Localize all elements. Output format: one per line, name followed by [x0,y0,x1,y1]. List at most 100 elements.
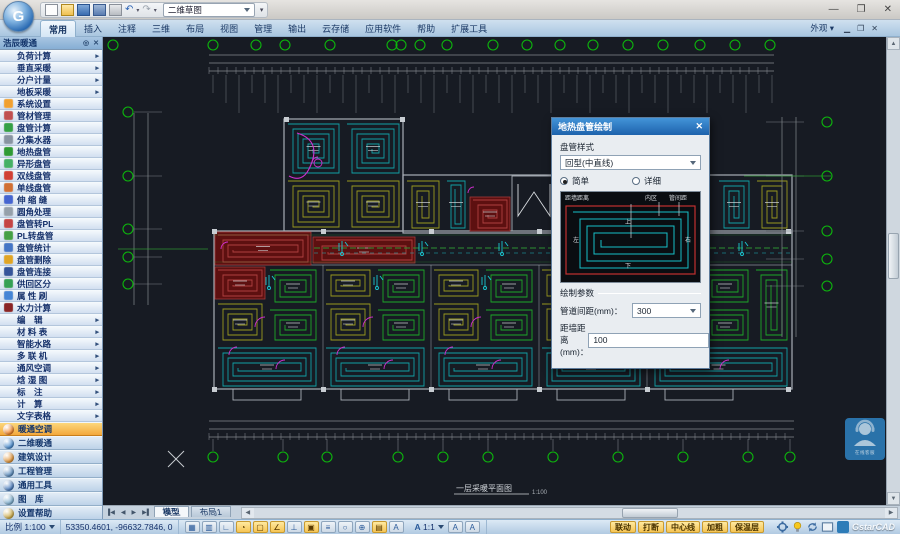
coil-style-select[interactable]: 回型(中直线) [560,155,701,170]
scroll-up-icon[interactable]: ▲ [887,37,900,50]
lineweight-toggle[interactable]: ≡ [321,521,336,533]
selection-cycling-toggle[interactable]: ○ [338,521,353,533]
toggle-打断[interactable]: 打断 [638,521,664,533]
sidebar-item[interactable]: 多 联 机▸ [0,350,102,362]
grid-toggle[interactable]: ▥ [202,521,217,533]
appearance-dropdown[interactable]: 外观 ▾ [810,22,834,34]
toggle-加粗[interactable]: 加粗 [702,521,728,533]
toggle-联动[interactable]: 联动 [610,521,636,533]
sidebar-item[interactable]: 系统设置 [0,98,102,110]
hscroll-thumb[interactable] [622,508,678,518]
ribbon-tab-帮助[interactable]: 帮助 [409,20,443,37]
sidebar-item[interactable]: 标 注▸ [0,386,102,398]
quick-properties-toggle[interactable]: ▤ [372,521,387,533]
sidebar-item[interactable]: 地板采暖▸ [0,86,102,98]
sidebar-item[interactable]: 圆角处理 [0,206,102,218]
vscroll-thumb[interactable] [888,233,899,279]
ducs-toggle[interactable]: ⊥ [287,521,302,533]
undo-icon[interactable]: ↶ [125,4,133,16]
sidebar-mode-图 库[interactable]: 图 库 [0,492,102,506]
sidebar-item[interactable]: 编 辑▸ [0,314,102,326]
app-logo-icon[interactable]: G [3,1,34,32]
wall-distance-input[interactable] [588,333,709,348]
print-icon[interactable] [109,4,122,16]
save-icon[interactable] [77,4,90,16]
open-file-icon[interactable] [61,4,74,16]
dialog-close-icon[interactable]: ✕ [695,121,703,132]
redo-icon[interactable]: ↷ [142,4,150,16]
sidebar-item[interactable]: 文字表格▸ [0,410,102,422]
save-as-icon[interactable] [93,4,106,16]
pipe-spacing-select[interactable]: 300 [632,303,701,318]
dyn-toggle[interactable]: ▣ [304,521,319,533]
annotation-visibility-toggle[interactable]: A [389,521,404,533]
panel-close-icon[interactable]: ✕ [93,39,99,47]
sidebar-item[interactable]: 地热盘管 [0,146,102,158]
vertical-scrollbar[interactable]: ▲ ▼ [886,37,900,505]
toggle-保温层[interactable]: 保温层 [730,521,764,533]
radio-simple[interactable]: 简单 [560,175,632,187]
ribbon-tab-管理[interactable]: 管理 [246,20,280,37]
sidebar-item[interactable]: 盘管统计 [0,242,102,254]
sidebar-item[interactable]: 供回区分 [0,278,102,290]
toggle-中心线[interactable]: 中心线 [666,521,700,533]
qat-overflow-icon[interactable]: ▾ [260,6,264,14]
sidebar-item[interactable]: 伸 缩 缝 [0,194,102,206]
doc-restore-button[interactable]: ❐ [857,24,864,33]
ribbon-tab-应用软件[interactable]: 应用软件 [357,20,409,37]
sidebar-item[interactable]: 分户计量▸ [0,74,102,86]
annotation-autoscale-toggle[interactable]: A [448,521,463,533]
sidebar-item[interactable]: 管材管理 [0,110,102,122]
redo-dropdown-icon[interactable]: ▾ [154,7,157,14]
sidebar-item[interactable]: 垂直采暖▸ [0,62,102,74]
sidebar-item[interactable]: 分集水器 [0,134,102,146]
sidebar-item[interactable]: 水力计算 [0,302,102,314]
sidebar-item[interactable]: PL转盘管 [0,230,102,242]
ribbon-tab-三维[interactable]: 三维 [144,20,178,37]
sidebar-mode-暖通空调[interactable]: 暖通空调 [0,422,102,436]
fullscreen-icon[interactable] [821,521,834,533]
doc-minimize-button[interactable]: ▁ [844,24,850,33]
ribbon-tab-插入[interactable]: 插入 [76,20,110,37]
next-layout-icon[interactable]: ▶ [129,509,140,516]
sidebar-item[interactable]: 异形盘管 [0,158,102,170]
ribbon-tab-扩展工具[interactable]: 扩展工具 [443,20,495,37]
doc-close-button[interactable]: ✕ [871,24,878,33]
sidebar-item[interactable]: 通风空调▸ [0,362,102,374]
sync-icon[interactable] [806,521,819,533]
dialog-titlebar[interactable]: 地热盘管绘制 ✕ [552,118,709,135]
ortho-toggle[interactable]: ∟ [219,521,234,533]
ribbon-tab-输出[interactable]: 输出 [280,20,314,37]
window-close-button[interactable]: ✕ [884,2,892,18]
sidebar-item[interactable]: 盘管计算 [0,122,102,134]
sidebar-mode-建筑设计[interactable]: 建筑设计 [0,450,102,464]
sidebar-item[interactable]: 焓 湿 图▸ [0,374,102,386]
sidebar-item[interactable]: 属 性 刷 [0,290,102,302]
horizontal-scrollbar[interactable]: ◀ ▶ [241,507,898,519]
prev-layout-icon[interactable]: ◀ [118,509,129,516]
annotation-scale-control[interactable]: A 1:1 A A [410,520,487,534]
scale-control[interactable]: 比例 1:100 [0,520,61,534]
polar-toggle[interactable]: ◔ [236,521,251,533]
ribbon-tab-布局[interactable]: 布局 [178,20,212,37]
sidebar-item[interactable]: 智能水路▸ [0,338,102,350]
scroll-left-icon[interactable]: ◀ [242,508,254,518]
clean-screen-icon[interactable] [776,521,789,533]
sidebar-item[interactable]: 单线盘管 [0,182,102,194]
layout-tab-布局1[interactable]: 布局1 [191,506,231,517]
ribbon-tab-视图[interactable]: 视图 [212,20,246,37]
sidebar-item[interactable]: 负荷计算▸ [0,50,102,62]
undo-dropdown-icon[interactable]: ▾ [136,7,139,14]
workspace-select[interactable]: 二维草图 [163,3,255,17]
annotation-monitor-toggle[interactable]: A [465,521,480,533]
last-layout-icon[interactable]: ▶▌ [139,509,154,516]
sidebar-mode-设置帮助[interactable]: 设置帮助 [0,506,102,519]
sidebar-mode-工程管理[interactable]: 工程管理 [0,464,102,478]
sidebar-item[interactable]: 计 算▸ [0,398,102,410]
ribbon-tab-常用[interactable]: 常用 [40,20,76,37]
osnap-toggle[interactable]: ▢ [253,521,268,533]
ribbon-tab-注释[interactable]: 注释 [110,20,144,37]
scroll-down-icon[interactable]: ▼ [887,492,900,505]
window-maximize-button[interactable]: ❐ [857,2,866,18]
sidebar-item[interactable]: 双线盘管 [0,170,102,182]
